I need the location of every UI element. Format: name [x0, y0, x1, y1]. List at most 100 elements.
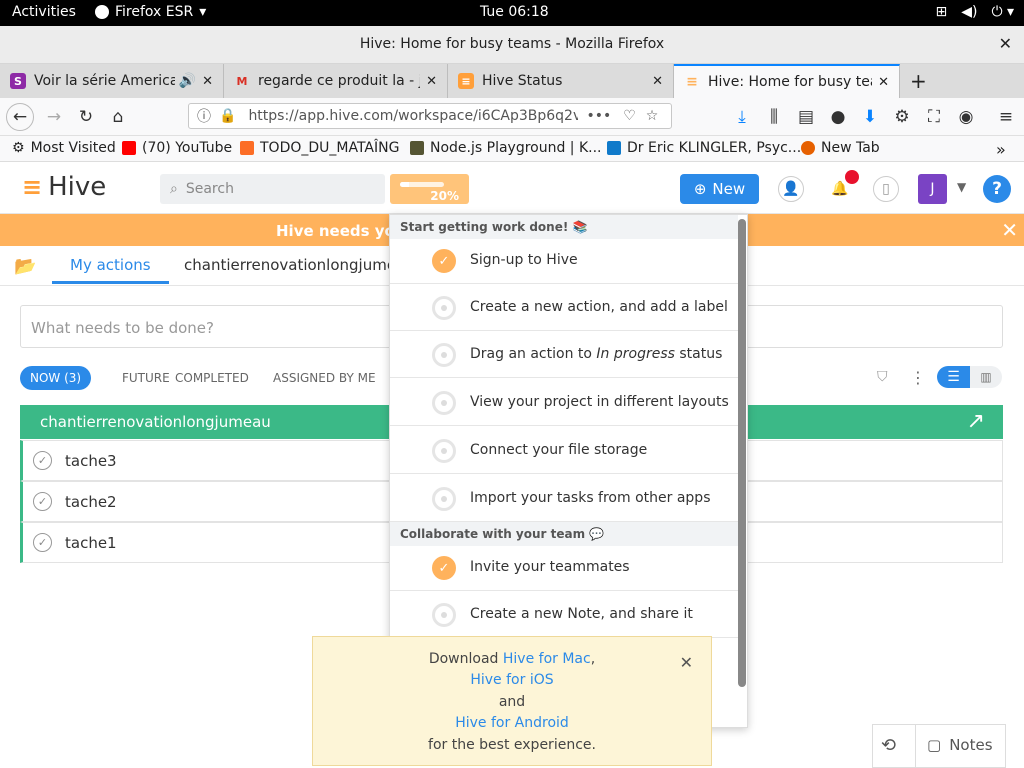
link-hive-android[interactable]: Hive for Android [455, 715, 569, 731]
close-icon[interactable]: ✕ [680, 653, 693, 672]
onboarding-item[interactable]: Drag an action to In progress status [390, 331, 738, 378]
tab-close-icon[interactable]: ✕ [202, 74, 213, 89]
filter-icon[interactable]: ⛉ [877, 369, 888, 385]
filter-completed[interactable]: COMPLETED [165, 366, 259, 390]
gear-icon: ⚙ [12, 140, 25, 156]
link-hive-ios[interactable]: Hive for iOS [470, 672, 553, 688]
list-view-icon[interactable]: ☰ [937, 366, 970, 388]
onboarding-item[interactable]: Create a new Note, and share it [390, 591, 738, 638]
notes-button[interactable]: ▢ Notes [927, 736, 993, 754]
check-circle-icon[interactable]: ✓ [33, 492, 52, 511]
tab-close-icon[interactable]: ✕ [652, 74, 663, 89]
tab-gmail[interactable]: M regarde ce produit la - jea ✕ [224, 64, 448, 98]
task-name: tache2 [65, 493, 117, 511]
new-tab-button[interactable]: + [900, 64, 932, 98]
onboarding-progress[interactable]: 20% [390, 174, 469, 204]
open-arrow-icon[interactable]: ↗ [967, 409, 985, 434]
toast-line: Hive for iOS [313, 672, 711, 688]
history-icon[interactable]: ⟲ [881, 735, 896, 756]
bookmark-new-tab[interactable]: New Tab [801, 140, 880, 156]
account-icon[interactable]: ◉ [954, 105, 978, 129]
bookmarks-overflow-icon[interactable]: » [996, 140, 1006, 159]
bookmark-todo[interactable]: TODO_DU_MATAÎNG [240, 140, 399, 156]
toast-text: for the best experience. [428, 737, 596, 753]
app-name: Firefox ESR [115, 4, 194, 20]
extension-icon[interactable]: ● [826, 105, 850, 129]
pocket-icon[interactable]: ♡ [623, 108, 636, 124]
new-button-label: New [712, 180, 746, 198]
link-hive-mac[interactable]: Hive for Mac [503, 651, 591, 667]
speaker-icon[interactable]: 🔊 [179, 73, 196, 89]
avatar[interactable]: J [918, 174, 947, 204]
chevron-down-icon[interactable]: ▼ [957, 180, 966, 194]
section-header: Start getting work done! 📚 [390, 215, 738, 239]
onboarding-item[interactable]: ✓ Invite your teammates [390, 544, 738, 591]
download-icon[interactable]: ⤓ [730, 105, 754, 129]
tab-hive-home[interactable]: ≡ Hive: Home for busy team ✕ [674, 64, 900, 98]
notes-icon[interactable]: ▯ [873, 176, 899, 202]
toast-line: Hive for Android [313, 715, 711, 731]
tab-close-icon[interactable]: ✕ [426, 74, 437, 89]
bookmark-youtube[interactable]: (70) YouTube [122, 140, 232, 156]
library-icon[interactable]: ⫼ [762, 105, 786, 129]
bookmark-klingler[interactable]: Dr Eric KLINGLER, Psyc... [607, 140, 801, 156]
onboarding-item[interactable]: Import your tasks from other apps [390, 475, 738, 522]
bookmark-nodejs[interactable]: Node.js Playground | K... [410, 140, 602, 156]
doctolib-icon [607, 141, 621, 155]
tab-hive-status[interactable]: ≡ Hive Status ✕ [448, 64, 674, 98]
more-vertical-icon[interactable]: ⋮ [910, 368, 926, 387]
clock[interactable]: Tue 06:18 [480, 4, 549, 20]
board-view-icon[interactable]: ▥ [970, 366, 1002, 388]
hive-favicon-icon: ≡ [686, 74, 698, 90]
bookmark-most-visited[interactable]: ⚙ Most Visited [12, 140, 116, 156]
scrollbar[interactable] [738, 219, 746, 687]
activities-button[interactable]: Activities [12, 4, 76, 20]
item-label: Drag an action to In progress status [470, 346, 722, 362]
app-menu[interactable]: Firefox ESR ▾ [95, 4, 206, 20]
sidebar-icon[interactable]: ▤ [794, 105, 818, 129]
tab-my-actions[interactable]: My actions [52, 246, 169, 284]
lock-icon: 🔒 [219, 108, 237, 124]
bookmark-star-icon[interactable]: ☆ [646, 108, 659, 124]
back-button[interactable]: ← [6, 103, 34, 131]
help-icon[interactable]: ? [983, 175, 1011, 203]
filter-assigned-by-me[interactable]: ASSIGNED BY ME [263, 366, 386, 390]
close-icon[interactable]: ✕ [1001, 218, 1018, 242]
item-label: Create a new Note, and share it [470, 606, 693, 622]
search-placeholder: Search [185, 181, 234, 197]
downloads-icon[interactable]: ⬇ [858, 105, 882, 129]
crop-icon[interactable]: ⛶ [922, 105, 946, 129]
hive-logo[interactable]: ≡ Hive [22, 172, 106, 202]
onboarding-item[interactable]: View your project in different layouts [390, 379, 738, 426]
tab-close-icon[interactable]: ✕ [878, 75, 889, 90]
onboarding-item[interactable]: Connect your file storage [390, 427, 738, 474]
nodejs-icon [410, 141, 424, 155]
reload-button[interactable]: ↻ [74, 105, 98, 129]
onboarding-item[interactable]: ✓ Sign-up to Hive [390, 237, 738, 284]
window-titlebar: Hive: Home for busy teams - Mozilla Fire… [0, 26, 1024, 64]
item-label: Create a new action, and add a label [470, 299, 728, 315]
toast-text: and [498, 694, 526, 710]
power-icon: ⏻ ▾ [991, 4, 1014, 20]
menu-icon[interactable]: ≡ [994, 105, 1018, 129]
search-input[interactable]: ⌕ Search [160, 174, 385, 204]
info-icon[interactable]: ⓘ [197, 106, 211, 126]
url-bar[interactable]: ⓘ 🔒 https://app.hive.com/workspace/i6CAp… [188, 103, 672, 129]
home-button[interactable]: ⌂ [106, 105, 130, 129]
check-circle-icon[interactable]: ✓ [33, 533, 52, 552]
filter-now[interactable]: NOW (3) [20, 366, 92, 390]
item-label-part: status [674, 346, 723, 362]
add-user-icon[interactable]: 👤 [778, 176, 804, 202]
tab-project[interactable]: chantierrenovationlongjumeau [184, 256, 389, 274]
more-icon[interactable]: ••• [586, 108, 611, 124]
extension-icon[interactable]: ⚙ [890, 105, 914, 129]
forward-button[interactable]: → [42, 105, 66, 129]
tab-american[interactable]: S Voir la série American H 🔊 ✕ [0, 64, 224, 98]
window-title: Hive: Home for busy teams - Mozilla Fire… [359, 36, 665, 52]
window-close-icon[interactable]: ✕ [999, 34, 1012, 53]
system-tray[interactable]: ⊞ ◀) ⏻ ▾ [935, 4, 1014, 20]
new-button[interactable]: ⊕ New [680, 174, 759, 204]
folder-icon[interactable]: 📂 [14, 256, 36, 277]
onboarding-item[interactable]: Create a new action, and add a label [390, 284, 738, 331]
check-circle-icon[interactable]: ✓ [33, 451, 52, 470]
